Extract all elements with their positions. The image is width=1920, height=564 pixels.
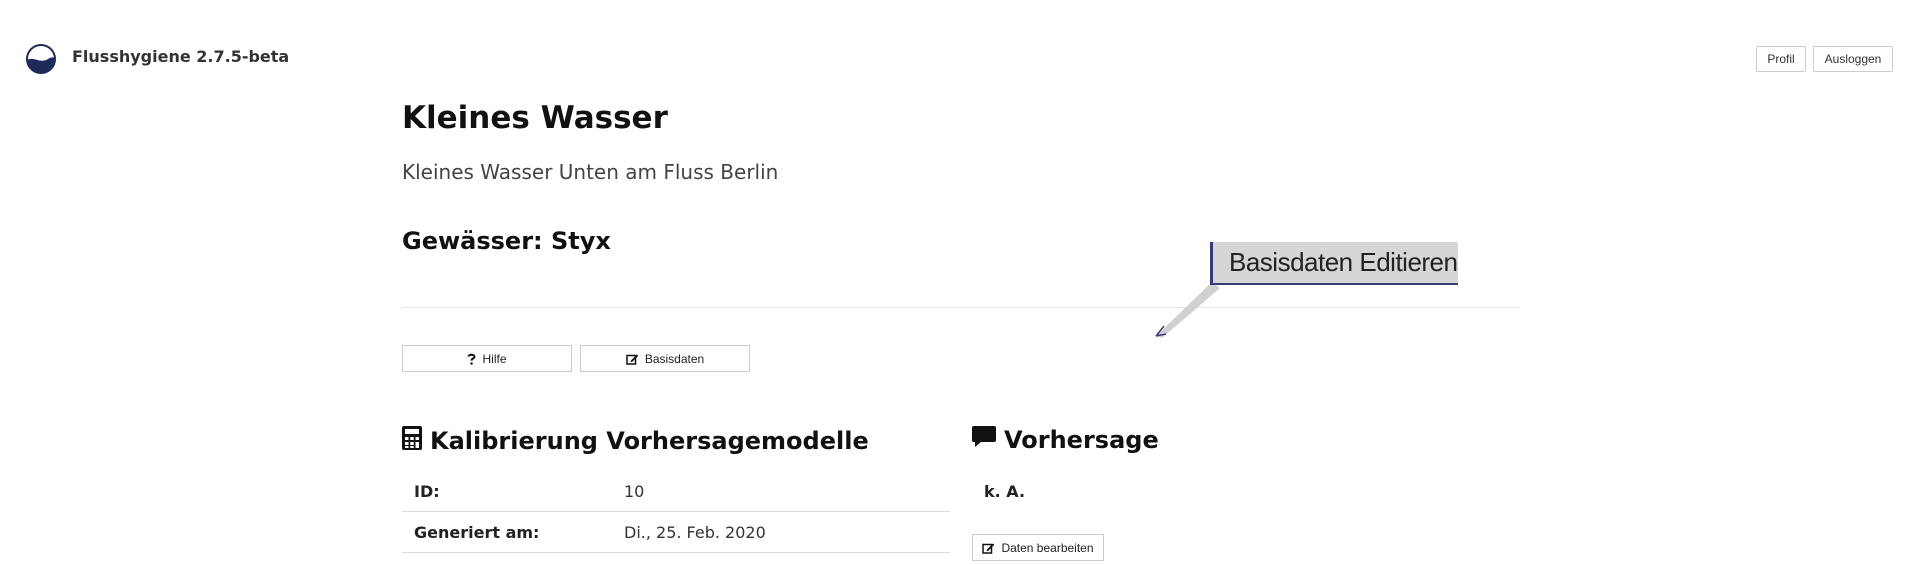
basisdaten-button[interactable]: Basisdaten [580,345,750,372]
edit-icon [626,353,639,365]
comment-icon [972,426,996,454]
page-title: Kleines Wasser [402,100,668,136]
tooltip-pointer [1155,282,1220,338]
logo-icon[interactable] [26,44,56,74]
tour-tooltip[interactable]: Basisdaten Editieren [1210,242,1458,285]
water-heading: Gewässer: Styx [402,227,611,255]
calibration-table: ID: 10 Generiert am: Di., 25. Feb. 2020 [402,471,950,553]
row-value: Di., 25. Feb. 2020 [624,523,766,542]
edit-data-button[interactable]: Daten bearbeiten [972,534,1104,561]
row-label: ID: [414,482,440,501]
question-icon [467,353,476,365]
row-label: Generiert am: [414,523,540,542]
help-button[interactable]: Hilfe [402,345,572,372]
row-value: 10 [624,482,645,501]
forecast-heading: Vorhersage [972,426,1159,454]
divider [402,307,1520,308]
forecast-title: Vorhersage [1004,426,1159,454]
basisdaten-label: Basisdaten [644,351,705,366]
help-label: Hilfe [482,351,507,366]
forecast-value: k. A. [984,482,1026,501]
app-header: Flusshygiene 2.7.5-beta Profil Ausloggen [0,0,1920,118]
calibration-title: Kalibrierung Vorhersagemodelle [430,427,869,455]
page-subtitle: Kleines Wasser Unten am Fluss Berlin [402,160,779,184]
table-row: Generiert am: Di., 25. Feb. 2020 [402,512,950,553]
calculator-icon [402,426,422,456]
table-row: ID: 10 [402,471,950,512]
app-title: Flusshygiene 2.7.5-beta [72,47,290,66]
profile-button[interactable]: Profil [1756,46,1806,72]
logout-button[interactable]: Ausloggen [1813,46,1893,72]
edit-data-label: Daten bearbeiten [1001,540,1094,555]
calibration-heading: Kalibrierung Vorhersagemodelle [402,426,869,456]
edit-icon [982,542,995,554]
